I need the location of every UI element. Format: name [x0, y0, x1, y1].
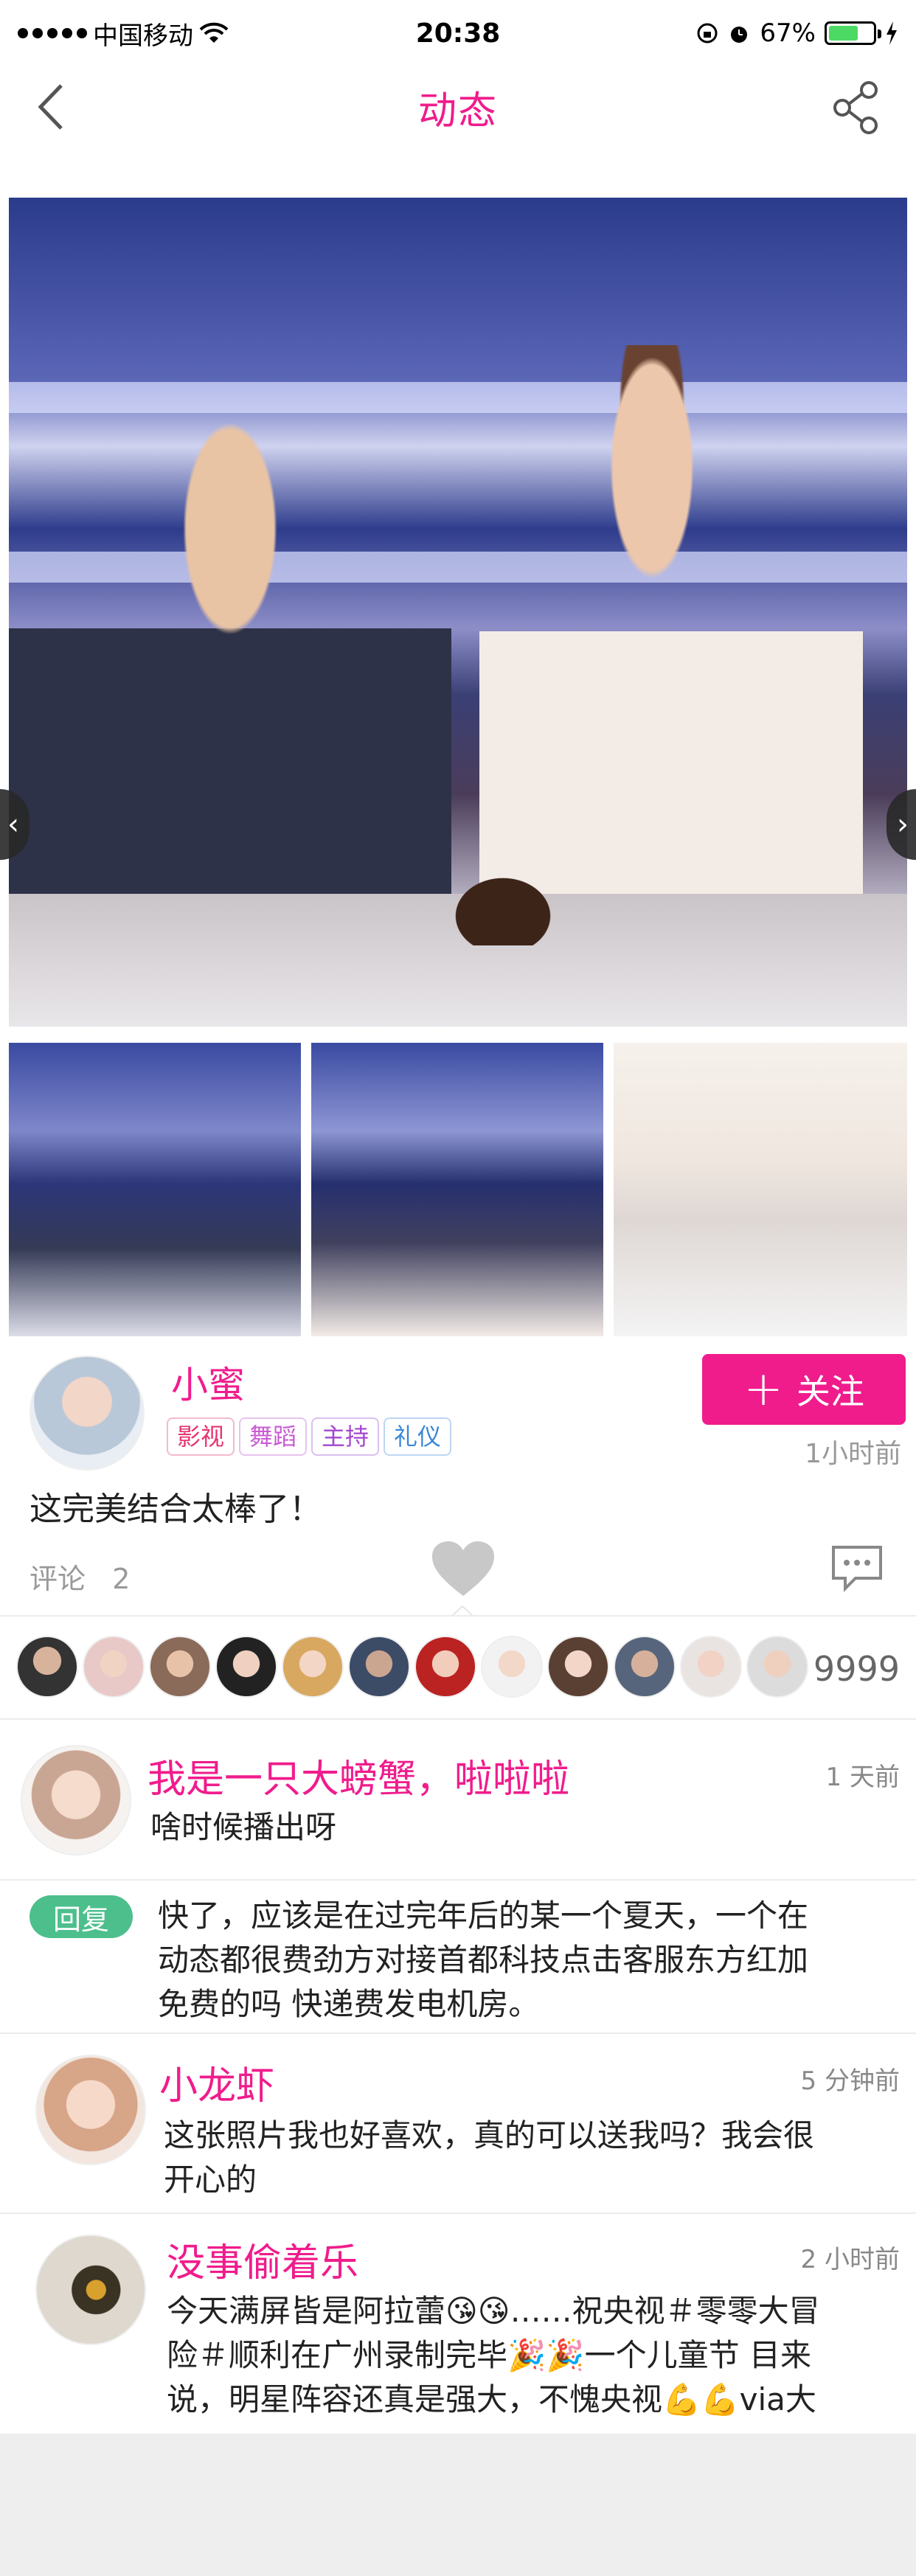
- divider: [0, 2212, 916, 2214]
- comment-time: 2 小时前: [800, 2245, 900, 2274]
- charging-icon: [886, 21, 897, 45]
- share-button[interactable]: [827, 78, 886, 137]
- reply-text-line: 快了，应该是在过完年后的某一个夏天，一个在: [158, 1898, 809, 1934]
- post-text: 这完美结合太棒了！: [30, 1490, 322, 1528]
- commenter-avatar[interactable]: [35, 2235, 146, 2345]
- author-tags: 影视 舞蹈 主持 礼仪: [167, 1417, 452, 1456]
- nav-bar: 动态: [0, 66, 916, 147]
- comment-text: 啥时候播出呀: [150, 1809, 337, 1845]
- comment-label: 评论: [30, 1563, 86, 1595]
- tag: 舞蹈: [239, 1417, 308, 1456]
- liker-avatar[interactable]: [83, 1636, 145, 1698]
- commenter-avatar[interactable]: [21, 1745, 131, 1855]
- liker-avatar[interactable]: [481, 1636, 543, 1698]
- tag: 礼仪: [384, 1417, 452, 1456]
- chevron-left-icon: [38, 84, 63, 130]
- follow-label: 关注: [796, 1372, 864, 1412]
- follow-button[interactable]: + 关注: [702, 1354, 906, 1425]
- wifi-icon: [199, 22, 229, 43]
- back-button[interactable]: [27, 83, 75, 131]
- comment-count-value: 2: [112, 1563, 131, 1595]
- reply-text-line: 动态都很费劲方对接首都科技点击客服东方红加: [158, 1942, 809, 1978]
- alarm-icon: [731, 27, 748, 43]
- author-name[interactable]: 小蜜: [171, 1355, 245, 1409]
- comment-text-line: 这张照片我也好喜欢，真的可以送我吗？我会很: [164, 2117, 815, 2153]
- tag: 影视: [167, 1417, 235, 1456]
- heart-icon[interactable]: [431, 1540, 496, 1599]
- main-photo[interactable]: [9, 198, 907, 1027]
- divider: [0, 1879, 916, 1881]
- liker-avatar[interactable]: [215, 1636, 277, 1698]
- author-avatar[interactable]: [30, 1355, 145, 1471]
- battery-fill: [829, 26, 858, 41]
- status-bar: 中国移动 20:38 67%: [0, 0, 916, 66]
- comment-text-line: 开心的: [164, 2162, 257, 2198]
- battery-icon: [825, 21, 881, 45]
- battery-percent: 67%: [760, 18, 816, 48]
- thumbnail-1[interactable]: [9, 1043, 301, 1336]
- liker-avatar[interactable]: [414, 1636, 476, 1698]
- likers-list: [16, 1636, 808, 1698]
- signal-icon: [18, 28, 87, 38]
- liker-avatar[interactable]: [16, 1636, 78, 1698]
- comment-time: 5 分钟前: [800, 2066, 900, 2096]
- thumbnail-2[interactable]: [311, 1043, 603, 1336]
- chevron-left-icon: ‹: [7, 808, 19, 841]
- liker-avatar[interactable]: [547, 1636, 609, 1698]
- liker-avatar[interactable]: [680, 1636, 742, 1698]
- divider: [0, 2032, 916, 2034]
- commenter-name[interactable]: 我是一只大螃蟹，啦啦啦: [148, 1748, 569, 1803]
- page-title: 动态: [417, 88, 498, 133]
- commenter-avatar[interactable]: [35, 2055, 146, 2165]
- rotation-lock-icon: [697, 23, 718, 44]
- reply-text-line: 免费的吗 快递费发电机房。: [158, 1986, 540, 2022]
- carrier-label: 中国移动: [93, 21, 193, 51]
- liker-avatar[interactable]: [614, 1636, 676, 1698]
- thumbnail-sign: [671, 1094, 907, 1146]
- liker-avatar[interactable]: [746, 1636, 808, 1698]
- status-left: 中国移动: [18, 15, 327, 52]
- comment-text-line: 险＃顺利在广州录制完毕🎉🎉一个儿童节 目来: [167, 2337, 811, 2373]
- plus-icon: +: [743, 1362, 783, 1417]
- liker-avatar[interactable]: [282, 1636, 344, 1698]
- comment-text-line: 今天满屏皆是阿拉蕾😘😘……祝央视＃零零大冒: [167, 2293, 820, 2329]
- status-time: 20:38: [415, 18, 501, 49]
- share-icon: [833, 81, 878, 134]
- comment-count: 评论 2: [30, 1556, 130, 1597]
- commenter-name[interactable]: 小龙虾: [159, 2055, 274, 2110]
- reply-badge[interactable]: 回复: [30, 1895, 133, 1938]
- status-right: 67%: [589, 18, 898, 48]
- bottom-area: [0, 2434, 916, 2576]
- comment-icon[interactable]: [830, 1544, 884, 1593]
- comment-time: 1 天前: [825, 1763, 900, 1792]
- post-time: 1小时前: [805, 1439, 901, 1469]
- liker-avatar[interactable]: [348, 1636, 410, 1698]
- photo-gavel: [448, 872, 558, 945]
- chevron-right-icon: ›: [897, 808, 909, 841]
- comment-text-line: 说，明星阵容还真是强大，不愧央视💪💪via大: [167, 2381, 816, 2417]
- thumbnail-3[interactable]: [614, 1043, 907, 1336]
- like-count: 9999: [813, 1649, 900, 1689]
- liker-avatar[interactable]: [149, 1636, 211, 1698]
- divider: [0, 1718, 916, 1720]
- commenter-name[interactable]: 没事偷着乐: [167, 2232, 358, 2287]
- divider: [0, 1615, 916, 1617]
- tag: 主持: [311, 1417, 380, 1456]
